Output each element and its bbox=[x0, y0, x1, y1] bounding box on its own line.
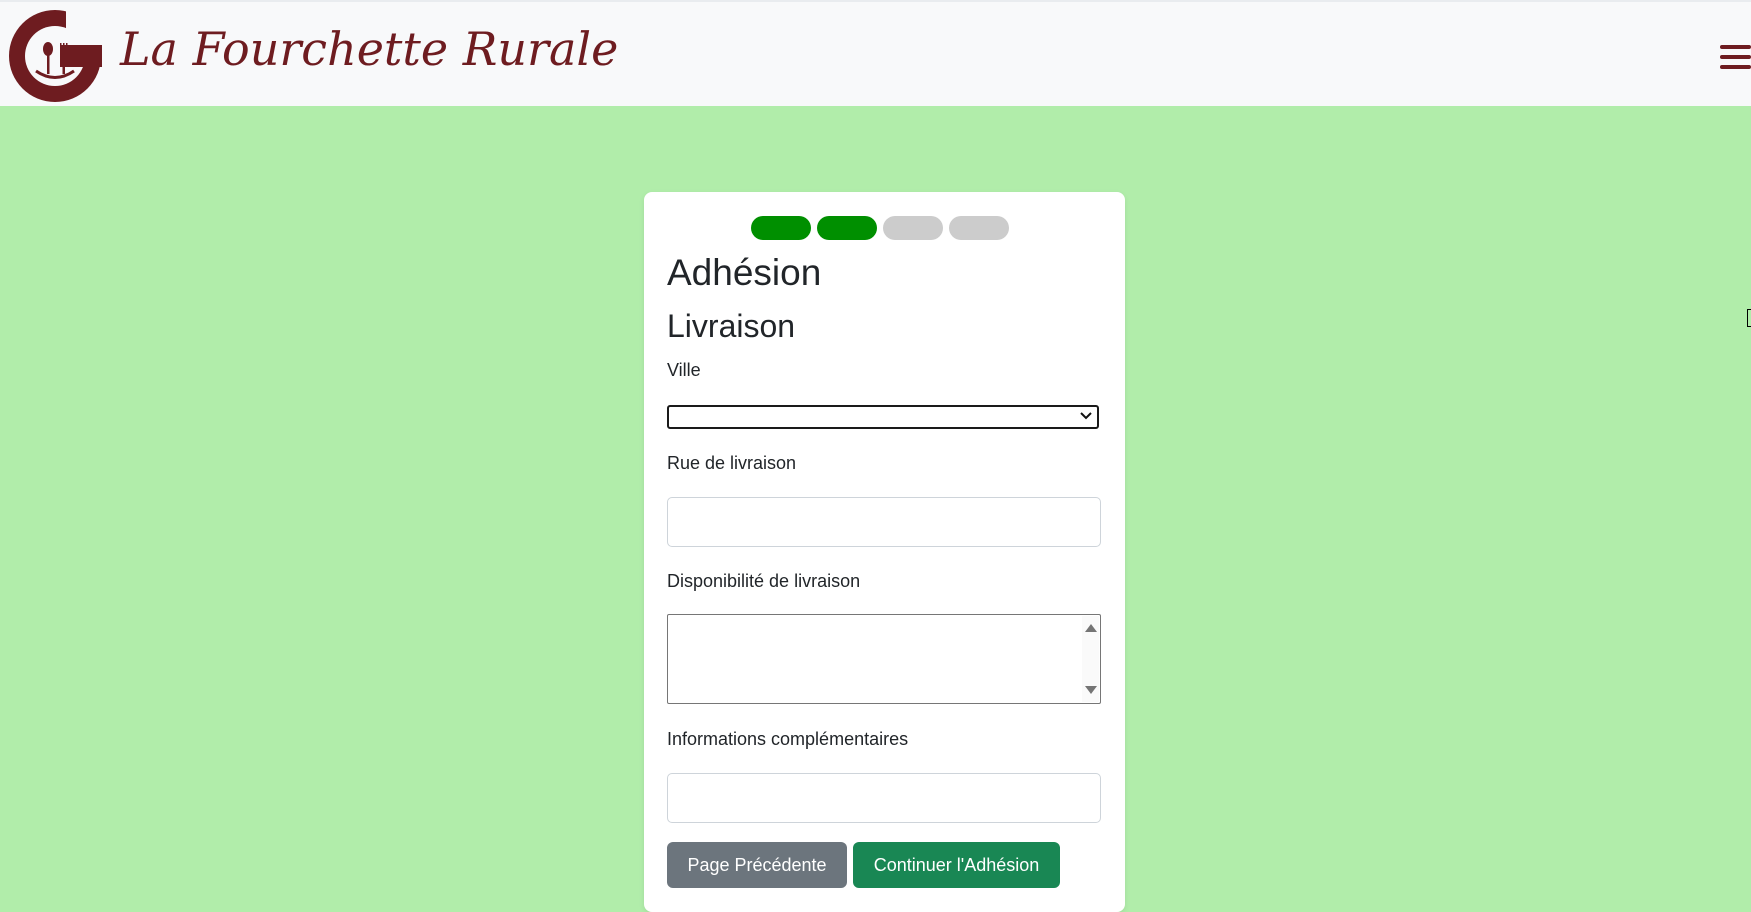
logo-icon[interactable] bbox=[8, 9, 102, 103]
previous-page-button[interactable]: Page Précédente bbox=[667, 842, 847, 888]
page-title: Adhésion bbox=[667, 252, 822, 293]
continue-button[interactable]: Continuer l'Adhésion bbox=[853, 842, 1060, 888]
rue-input[interactable] bbox=[667, 497, 1101, 547]
step-indicator-2 bbox=[817, 216, 877, 240]
navbar: La Fourchette Rurale bbox=[0, 0, 1751, 106]
disponibilite-textarea[interactable] bbox=[667, 614, 1101, 704]
brand-name[interactable]: La Fourchette Rurale bbox=[120, 22, 618, 76]
rue-label: Rue de livraison bbox=[667, 453, 797, 473]
disponibilite-label: Disponibilité de livraison bbox=[667, 571, 861, 591]
step-indicator-3 bbox=[883, 216, 943, 240]
step-indicator-1 bbox=[751, 216, 811, 240]
membership-form-card: Adhésion Livraison Ville Rue de livraiso… bbox=[644, 192, 1125, 912]
section-title: Livraison bbox=[667, 308, 796, 344]
chevron-down-icon bbox=[1080, 412, 1092, 420]
infos-input[interactable] bbox=[667, 773, 1101, 823]
hamburger-icon[interactable] bbox=[1720, 42, 1751, 72]
text-cursor-icon bbox=[1747, 309, 1751, 327]
infos-label: Informations complémentaires bbox=[667, 729, 909, 749]
textarea-scrollbar[interactable] bbox=[1082, 616, 1099, 702]
scroll-down-icon[interactable] bbox=[1085, 686, 1097, 694]
step-indicator-4 bbox=[949, 216, 1009, 240]
ville-select[interactable] bbox=[667, 405, 1099, 429]
ville-label: Ville bbox=[667, 360, 701, 380]
scroll-up-icon[interactable] bbox=[1085, 624, 1097, 632]
